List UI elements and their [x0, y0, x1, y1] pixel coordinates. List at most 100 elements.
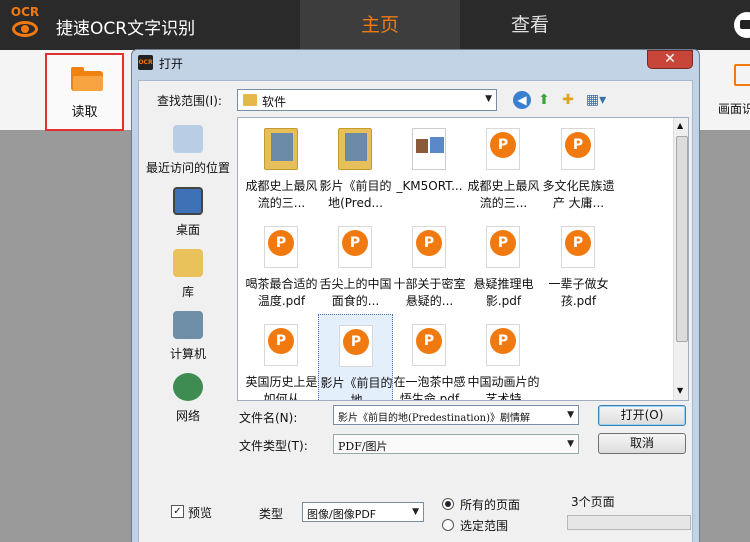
- file-list[interactable]: 成都史上最风流的三... 影片《前目的地(Pred... _KM5ORT... …: [237, 117, 689, 401]
- look-in-value: 软件: [262, 95, 287, 109]
- cancel-button[interactable]: 取消: [598, 433, 686, 454]
- chevron-down-icon[interactable]: ▼: [412, 507, 419, 517]
- vertical-scrollbar[interactable]: ▲ ▼: [673, 118, 688, 400]
- pdf-file-icon: P: [486, 128, 520, 170]
- back-arrow-icon[interactable]: ◀: [513, 91, 531, 109]
- place-network[interactable]: 网络: [145, 371, 231, 431]
- read-button[interactable]: 读取: [45, 53, 124, 131]
- place-label: 桌面: [175, 223, 200, 237]
- open-file-dialog: OCR 打开 ✕ 查找范围(I): 软件 ▼ ◀ ⬆ ✚ ▦▾ 最近访问的位置 …: [131, 49, 700, 542]
- all-pages-radio[interactable]: [442, 498, 454, 510]
- open-folder-icon: [71, 67, 103, 91]
- pdf-file-icon: P: [339, 325, 373, 367]
- place-label: 库: [181, 285, 194, 299]
- file-name-label: 文件名(N):: [239, 411, 298, 425]
- preview-checkbox[interactable]: ✓: [171, 505, 184, 518]
- file-item[interactable]: 影片《前目的地(Pred...: [318, 118, 393, 214]
- tab-home[interactable]: 主页: [300, 0, 460, 50]
- place-recent[interactable]: 最近访问的位置: [145, 123, 231, 183]
- place-computer[interactable]: 计算机: [145, 309, 231, 369]
- places-bar: 最近访问的位置 桌面 库 计算机 网络: [145, 119, 231, 469]
- chevron-down-icon: ▼: [485, 94, 492, 104]
- pdf-file-icon: P: [486, 226, 520, 268]
- look-in-combobox[interactable]: 软件 ▼: [237, 89, 497, 111]
- file-item[interactable]: P 中国动画片的艺术特: [466, 314, 541, 401]
- image-file-icon: [412, 128, 446, 170]
- logo-text: OCR: [10, 5, 40, 19]
- page-count: 3个页面: [571, 495, 615, 509]
- file-type-label: 文件类型(T):: [239, 439, 308, 453]
- file-item[interactable]: P 多文化民族遗产 大庸...: [541, 118, 616, 214]
- file-item[interactable]: P 十部关于密室悬疑的...: [392, 216, 467, 312]
- file-item[interactable]: P 喝茶最合适的温度.pdf: [244, 216, 319, 312]
- pdf-file-icon: P: [338, 226, 372, 268]
- screen-recognize-button[interactable]: 画面识: [716, 58, 750, 122]
- file-item[interactable]: P 英国历史上是如何从: [244, 314, 319, 400]
- place-label: 网络: [175, 409, 200, 423]
- pdf-file-icon: P: [264, 226, 298, 268]
- file-name: 一辈子做女孩.pdf: [548, 277, 609, 308]
- file-name: 影片《前目的地: [320, 376, 393, 401]
- file-name: 舌尖上的中国面食的...: [319, 277, 392, 308]
- pdf-file-icon: P: [561, 128, 595, 170]
- pdf-file-icon: P: [561, 226, 595, 268]
- new-folder-icon[interactable]: ✚: [559, 91, 577, 109]
- file-item-selected[interactable]: P 影片《前目的地: [318, 314, 393, 401]
- app-title: 捷速OCR文字识别: [56, 19, 196, 39]
- pdf-file-icon: P: [412, 226, 446, 268]
- open-button[interactable]: 打开(O): [598, 405, 686, 426]
- up-folder-icon[interactable]: ⬆: [535, 91, 553, 109]
- type-label: 类型: [259, 507, 284, 521]
- file-type-select[interactable]: PDF/图片 ▼: [333, 434, 579, 454]
- type-select[interactable]: 图像/图像PDF ▼: [302, 502, 424, 522]
- file-name: 中国动画片的艺术特: [467, 375, 540, 401]
- file-item[interactable]: P 舌尖上的中国面食的...: [318, 216, 393, 312]
- recent-places-icon: [173, 125, 203, 153]
- scrollbar-thumb[interactable]: [676, 136, 688, 342]
- eye-icon: [12, 21, 38, 37]
- libraries-icon: [173, 249, 203, 277]
- tray-icon[interactable]: [734, 12, 750, 38]
- folder-icon: [243, 94, 257, 106]
- file-item[interactable]: P 一辈子做女孩.pdf: [541, 216, 616, 312]
- page-progress-bar: [567, 515, 691, 530]
- place-desktop[interactable]: 桌面: [145, 185, 231, 245]
- file-item[interactable]: 成都史上最风流的三...: [244, 118, 319, 214]
- pdf-file-icon: P: [264, 324, 298, 366]
- pdf-file-icon: P: [486, 324, 520, 366]
- type-value: 图像/图像PDF: [307, 508, 377, 521]
- dialog-title: 打开: [159, 57, 184, 71]
- place-libraries[interactable]: 库: [145, 247, 231, 307]
- app-title-bar: OCR 捷速OCR文字识别 主页 查看: [0, 0, 750, 50]
- file-item[interactable]: _KM5ORT...: [392, 118, 467, 214]
- file-name: 悬疑推理电影.pdf: [473, 277, 534, 308]
- file-item[interactable]: P 成都史上最风流的三...: [466, 118, 541, 214]
- file-name: 成都史上最风流的三...: [245, 179, 318, 210]
- view-menu-icon[interactable]: ▦▾: [583, 91, 609, 109]
- file-item[interactable]: P 在一泡茶中感悟生命.pdf: [392, 314, 467, 401]
- selected-range-label: 选定范围: [460, 519, 509, 533]
- file-name: 十部关于密室悬疑的...: [393, 277, 466, 308]
- file-name: 影片《前目的地(Pred...: [319, 179, 392, 210]
- scroll-up-icon[interactable]: ▲: [677, 121, 683, 130]
- folder-icon: [264, 128, 298, 170]
- chevron-down-icon[interactable]: ▼: [567, 439, 574, 449]
- chevron-down-icon[interactable]: ▼: [567, 410, 574, 420]
- file-item[interactable]: P 悬疑推理电影.pdf: [466, 216, 541, 312]
- scroll-down-icon[interactable]: ▼: [677, 386, 683, 395]
- file-name: 在一泡茶中感悟生命.pdf: [393, 375, 466, 401]
- place-label: 计算机: [169, 347, 206, 361]
- dialog-body: 查找范围(I): 软件 ▼ ◀ ⬆ ✚ ▦▾ 最近访问的位置 桌面 库 计算机 …: [138, 80, 693, 542]
- file-name: 喝茶最合适的温度.pdf: [245, 277, 318, 308]
- place-label: 最近访问的位置: [145, 161, 230, 175]
- tab-view[interactable]: 查看: [450, 0, 610, 50]
- desktop-icon: [173, 187, 203, 215]
- selected-range-radio[interactable]: [442, 519, 454, 531]
- file-name-input[interactable]: 影片《前目的地(Predestination)》剧情解 ▼: [333, 405, 579, 425]
- preview-checkbox-label: 预览: [188, 506, 213, 520]
- ocr-logo: OCR: [8, 5, 42, 43]
- open-options: ✓ 预览 类型 图像/图像PDF ▼ 所有的页面 选定范围 3个页面 预览: [145, 483, 691, 542]
- dialog-app-icon: OCR: [138, 55, 153, 70]
- screen-recognize-label: 画面识: [718, 102, 750, 116]
- close-button[interactable]: ✕: [647, 50, 693, 69]
